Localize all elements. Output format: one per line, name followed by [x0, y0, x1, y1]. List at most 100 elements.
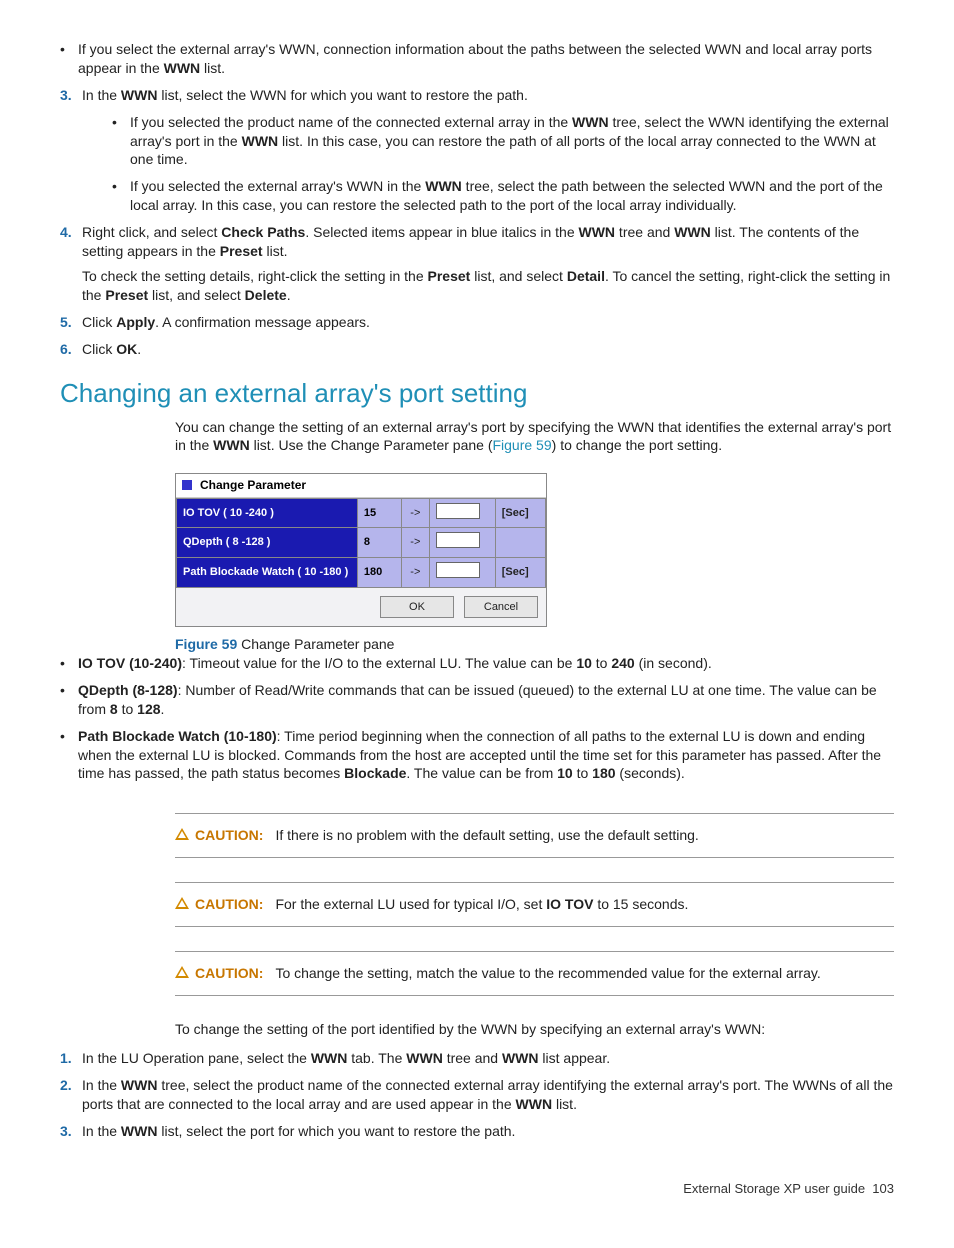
- step-2: 2. In the WWN tree, select the product n…: [60, 1076, 894, 1114]
- bullet-item: QDepth (8-128): Number of Read/Write com…: [60, 681, 894, 719]
- page-number: 103: [872, 1181, 894, 1196]
- arrow-icon: ->: [401, 498, 430, 528]
- step-3: 3. In the WWN list, select the WWN for w…: [60, 86, 894, 215]
- param-label: IO TOV ( 10 -240 ): [177, 498, 358, 528]
- table-row: IO TOV ( 10 -240 ) 15 -> [Sec]: [177, 498, 546, 528]
- wwn: WWN: [406, 1050, 443, 1066]
- page-footer: External Storage XP user guide 103: [60, 1180, 894, 1198]
- caution-1: CAUTION: If there is no problem with the…: [175, 813, 894, 858]
- figure-caption: Figure 59 Change Parameter pane: [175, 635, 894, 654]
- table-row: QDepth ( 8 -128 ) 8 ->: [177, 528, 546, 558]
- lower-intro: To change the setting of the port identi…: [175, 1020, 894, 1039]
- text: If you selected the external array's WWN…: [130, 178, 425, 194]
- text: In the: [82, 1123, 121, 1139]
- preset: Preset: [105, 287, 148, 303]
- delete: Delete: [245, 287, 287, 303]
- value: 240: [611, 655, 634, 671]
- unit-label: [495, 528, 545, 558]
- text: . Selected items appear in blue italics …: [305, 224, 578, 240]
- caution-text: To change the setting, match the value t…: [275, 964, 820, 983]
- ok: OK: [116, 341, 137, 357]
- value: 10: [557, 765, 573, 781]
- text: .: [287, 287, 291, 303]
- pane-title: Change Parameter: [200, 477, 306, 493]
- pane-title-bar: Change Parameter: [176, 474, 546, 497]
- bullet-item: If you selected the external array's WWN…: [112, 177, 894, 215]
- step-3: 3. In the WWN list, select the port for …: [60, 1122, 894, 1141]
- value-input[interactable]: [436, 562, 480, 578]
- lower-step-list: 1. In the LU Operation pane, select the …: [60, 1049, 894, 1141]
- text: to: [118, 701, 137, 717]
- figure-label: Figure 59: [175, 636, 237, 652]
- wwn: WWN: [164, 60, 201, 76]
- text: Right click, and select: [82, 224, 221, 240]
- text: In the: [82, 1077, 121, 1093]
- value: 180: [592, 765, 615, 781]
- param-label: QDepth ( 8 -128 ): [177, 528, 358, 558]
- wwn: WWN: [121, 1123, 158, 1139]
- caution-label: CAUTION:: [195, 826, 263, 845]
- input-cell: [430, 528, 496, 558]
- parameter-table: IO TOV ( 10 -240 ) 15 -> [Sec] QDepth ( …: [176, 498, 546, 589]
- text: list, and select: [148, 287, 245, 303]
- step4-note: To check the setting details, right-clic…: [82, 267, 894, 305]
- bullet-item: Path Blockade Watch (10-180): Time perio…: [60, 727, 894, 784]
- wwn: WWN: [121, 87, 158, 103]
- detail: Detail: [567, 268, 605, 284]
- wwn: WWN: [121, 1077, 158, 1093]
- text: tree and: [615, 224, 674, 240]
- value: 128: [137, 701, 160, 717]
- text: to 15 seconds.: [593, 896, 688, 912]
- term-name: QDepth (8-128): [78, 682, 178, 698]
- text: tree, select the product name of the con…: [82, 1077, 893, 1112]
- preset: Preset: [220, 243, 263, 259]
- blockade: Blockade: [344, 765, 406, 781]
- button-row: OK Cancel: [176, 588, 546, 626]
- preset: Preset: [428, 268, 471, 284]
- text: .: [137, 341, 141, 357]
- wwn: WWN: [213, 437, 250, 453]
- step-4: 4. Right click, and select Check Paths. …: [60, 223, 894, 305]
- step-5: 5. Click Apply. A confirmation message a…: [60, 313, 894, 332]
- wwn: WWN: [242, 133, 279, 149]
- wwn: WWN: [516, 1096, 553, 1112]
- param-label: Path Blockade Watch ( 10 -180 ): [177, 558, 358, 588]
- value-input[interactable]: [436, 532, 480, 548]
- ok-button[interactable]: OK: [380, 596, 454, 618]
- change-parameter-pane: Change Parameter IO TOV ( 10 -240 ) 15 -…: [175, 473, 547, 627]
- figure-caption-text: Change Parameter pane: [237, 636, 394, 652]
- wwn: WWN: [502, 1050, 539, 1066]
- text: : Timeout value for the I/O to the exter…: [182, 655, 576, 671]
- input-cell: [430, 498, 496, 528]
- text: tree and: [443, 1050, 502, 1066]
- apply: Apply: [116, 314, 155, 330]
- input-cell: [430, 558, 496, 588]
- value: 8: [110, 701, 118, 717]
- cancel-button[interactable]: Cancel: [464, 596, 538, 618]
- step-1: 1. In the LU Operation pane, select the …: [60, 1049, 894, 1068]
- text: Click: [82, 341, 116, 357]
- wwn: WWN: [572, 114, 609, 130]
- section-intro: You can change the setting of an externa…: [175, 418, 894, 456]
- text: list appear.: [539, 1050, 611, 1066]
- current-value: 180: [357, 558, 401, 588]
- caution-label: CAUTION:: [195, 964, 263, 983]
- io-tov: IO TOV: [546, 896, 593, 912]
- caution-2: CAUTION: For the external LU used for ty…: [175, 882, 894, 927]
- text: list.: [263, 243, 288, 259]
- change-parameter-pane-figure: Change Parameter IO TOV ( 10 -240 ) 15 -…: [175, 473, 894, 627]
- text: For the external LU used for typical I/O…: [275, 896, 546, 912]
- current-value: 15: [357, 498, 401, 528]
- caution-icon: [175, 828, 189, 840]
- figure-link[interactable]: Figure 59: [492, 437, 551, 453]
- top-step-list: 3. In the WWN list, select the WWN for w…: [60, 86, 894, 359]
- wwn: WWN: [674, 224, 711, 240]
- title-marker-icon: [182, 480, 192, 490]
- section-title: Changing an external array's port settin…: [60, 376, 894, 411]
- caution-text: For the external LU used for typical I/O…: [275, 895, 688, 914]
- bullet-item: If you select the external array's WWN, …: [60, 40, 894, 78]
- text: To check the setting details, right-clic…: [82, 268, 428, 284]
- term-name: Path Blockade Watch (10-180): [78, 728, 277, 744]
- value-input[interactable]: [436, 503, 480, 519]
- text: list. Use the Change Parameter pane (: [250, 437, 493, 453]
